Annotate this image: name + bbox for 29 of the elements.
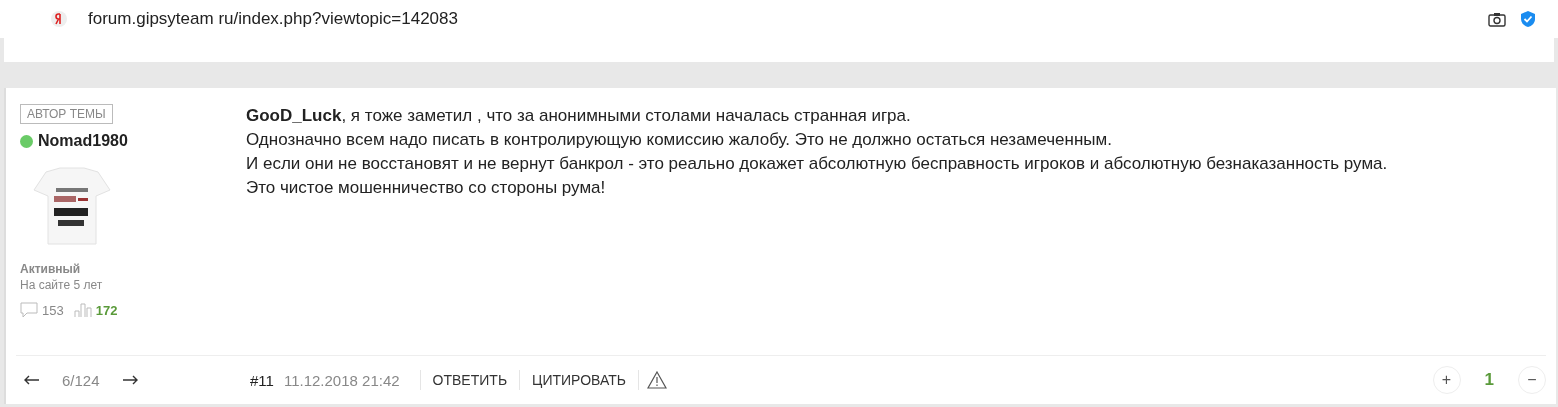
user-rank: Активный: [20, 262, 81, 276]
yandex-logo-icon: [50, 10, 68, 28]
bar-chart-icon: [73, 302, 92, 318]
post-action-link[interactable]: ЦИТИРОВАТЬ: [528, 372, 630, 388]
camera-icon[interactable]: [1488, 11, 1506, 27]
rating-count: 172: [95, 302, 118, 318]
author-name[interactable]: Nomad1980: [38, 132, 128, 150]
member-since: На сайте 5 лет: [20, 278, 103, 292]
post-text-line: Это чистое мошенничество со стороны рума!: [246, 177, 607, 199]
post-action-link[interactable]: ОТВЕТИТЬ: [428, 372, 512, 388]
post-count: 153: [42, 302, 64, 318]
comment-icon: [20, 302, 38, 318]
post-score: 1: [1484, 370, 1494, 390]
post-position: 6/124: [62, 371, 100, 389]
previous-arrow[interactable]: [24, 375, 40, 385]
left-arrow-icon: [24, 375, 40, 385]
post-number[interactable]: #11: [250, 371, 274, 389]
post-text-line: И если они не восстановят и не вернут банкрол - это реально докажет абсолютную бесправность игроков и абсолютную безнаказанность рума.: [246, 153, 1388, 175]
shield-check-icon[interactable]: [1520, 10, 1536, 28]
next-arrow[interactable]: [121, 375, 138, 385]
vote-up-button[interactable]: +: [1432, 366, 1461, 394]
warning-icon[interactable]: [646, 371, 667, 389]
right-arrow-icon: [121, 375, 138, 385]
post-text-line: GooD_Luck, я тоже заметил , что за анонимными столами началась странная игра.: [246, 105, 912, 127]
author-badge: АВТОР ТЕМЫ: [20, 104, 113, 124]
vote-down-button[interactable]: −: [1518, 366, 1546, 394]
post-text-line: Однозначно всем надо писать в контролирующую комиссию жалобу. Это не должно остаться незамеченным.: [246, 129, 1113, 151]
post-date: 11.12.2018 21:42: [283, 371, 400, 389]
url-text[interactable]: forum.gipsyteam ru/index.php?viewtopic=142083: [88, 9, 458, 29]
